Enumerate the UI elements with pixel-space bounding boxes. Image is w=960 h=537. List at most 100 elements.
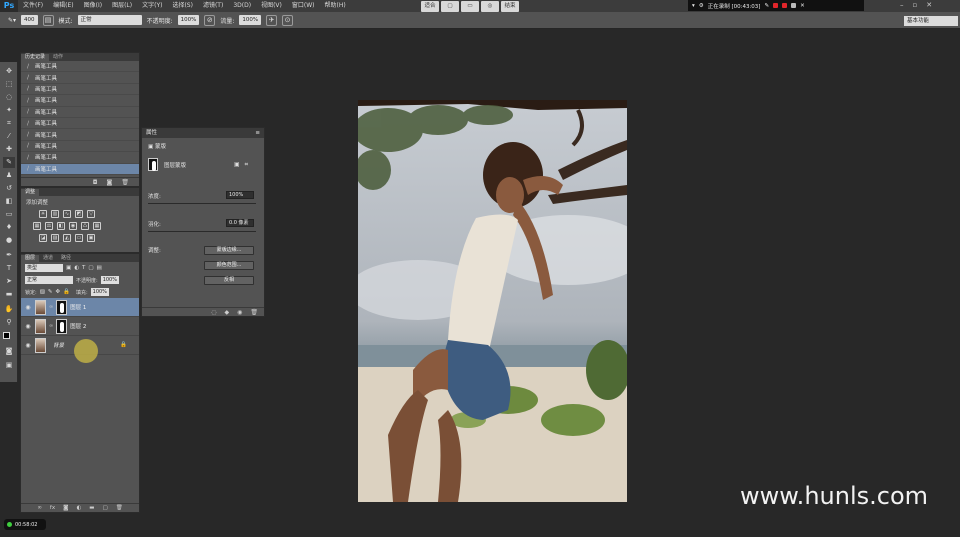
maximize-icon[interactable]: ▫ bbox=[913, 0, 918, 11]
mask-type-icons[interactable]: ▣⌗ bbox=[234, 161, 253, 169]
path-select-tool-icon[interactable]: ➤ bbox=[3, 276, 15, 287]
screen-mode-icon[interactable]: ▭ bbox=[461, 1, 479, 12]
workspace-select[interactable]: 基本功能 bbox=[904, 16, 958, 26]
layer-mask-thumbnail[interactable] bbox=[56, 299, 68, 315]
load-selection-icon[interactable]: ◌ bbox=[211, 308, 216, 316]
history-item[interactable]: ∕ 画笔工具 bbox=[21, 118, 139, 130]
canvas-photo[interactable] bbox=[358, 100, 627, 502]
link-icon[interactable]: ∞ bbox=[49, 323, 53, 329]
hand-tool-icon[interactable]: ✋ bbox=[3, 304, 15, 315]
levels-icon[interactable]: ▥ bbox=[51, 210, 59, 218]
layer-filter-icons[interactable]: ▣◐T▢▤ bbox=[66, 265, 105, 271]
recorder-settings-icon[interactable]: ⚙ bbox=[699, 3, 704, 9]
eye-icon[interactable]: ◉ bbox=[24, 323, 32, 330]
layer-row[interactable]: ◉ ∞ 图层 1 bbox=[21, 298, 139, 317]
history-item[interactable]: ∕ 画笔工具 bbox=[21, 163, 139, 175]
threshold-icon[interactable]: ◭ bbox=[63, 234, 71, 242]
layer-name[interactable]: 背景 bbox=[53, 341, 64, 349]
link-icon[interactable]: ∞ bbox=[49, 304, 53, 310]
eye-icon[interactable]: ◉ bbox=[24, 342, 32, 349]
mask-edge-button[interactable]: 蒙版边缘... bbox=[204, 246, 254, 255]
tab-history[interactable]: 历史记录 bbox=[21, 54, 50, 61]
tab-actions[interactable]: 动作 bbox=[49, 54, 67, 61]
rotate-icon[interactable]: ◎ bbox=[481, 1, 499, 12]
layer-mask-thumbnail[interactable] bbox=[56, 318, 68, 334]
brush-tool-icon[interactable]: ✎▾ bbox=[8, 17, 16, 24]
airbrush-icon[interactable]: ✈ bbox=[266, 14, 278, 26]
photo-filter-icon[interactable]: ◉ bbox=[69, 222, 77, 230]
pen-tool-icon[interactable]: ✒ bbox=[3, 250, 15, 261]
invert-icon[interactable]: ◪ bbox=[39, 234, 47, 242]
layer-row[interactable]: ◉ ∞ 图层 2 bbox=[21, 317, 139, 336]
eyedropper-tool-icon[interactable]: ⁄ bbox=[3, 131, 15, 142]
hue-saturation-icon[interactable]: ▦ bbox=[33, 222, 41, 230]
type-tool-icon[interactable]: T bbox=[3, 263, 15, 274]
layer-name[interactable]: 图层 2 bbox=[70, 322, 86, 330]
toggle-mask-icon[interactable]: ◉ bbox=[237, 308, 242, 316]
menu-image[interactable]: 图像(I) bbox=[79, 0, 107, 12]
blend-mode-select[interactable]: 正常 bbox=[25, 276, 73, 284]
menu-edit[interactable]: 编辑(E) bbox=[48, 0, 78, 12]
channel-mixer-icon[interactable]: ♺ bbox=[81, 222, 89, 230]
brush-tool-icon[interactable]: ✎ bbox=[3, 157, 15, 168]
brush-panel-icon[interactable]: ▤ bbox=[42, 14, 54, 26]
menu-view[interactable]: 视图(V) bbox=[256, 0, 287, 12]
color-swatches-icon[interactable] bbox=[3, 332, 15, 343]
posterize-icon[interactable]: ▨ bbox=[51, 234, 59, 242]
menu-filter[interactable]: 滤镜(T) bbox=[198, 0, 228, 12]
new-layer-icon[interactable]: ▢ bbox=[102, 504, 107, 512]
layer-kind-filter[interactable]: 类型 bbox=[25, 264, 63, 272]
clone-stamp-tool-icon[interactable]: ♟ bbox=[3, 170, 15, 181]
minimize-icon[interactable]: – bbox=[900, 0, 904, 11]
crop-tool-icon[interactable]: ⌗ bbox=[3, 118, 15, 129]
menu-3d[interactable]: 3D(D) bbox=[228, 0, 256, 12]
tab-adjustments[interactable]: 调整 bbox=[21, 189, 40, 196]
vibrance-icon[interactable]: ▽ bbox=[87, 210, 95, 218]
camera-snapshot-icon[interactable]: ◙ bbox=[107, 178, 113, 186]
tab-layers[interactable]: 图层 bbox=[21, 255, 40, 262]
quick-mask-icon[interactable]: ◙ bbox=[3, 346, 15, 357]
quick-select-tool-icon[interactable]: ✦ bbox=[3, 105, 15, 116]
screen-mode-tool-icon[interactable]: ▣ bbox=[3, 360, 15, 371]
pressure-size-icon[interactable]: ⊙ bbox=[282, 14, 294, 26]
color-range-button[interactable]: 颜色范围... bbox=[204, 261, 254, 270]
color-lookup-icon[interactable]: ▦ bbox=[93, 222, 101, 230]
layer-name[interactable]: 图层 1 bbox=[70, 303, 86, 311]
mode-select[interactable]: 正常 bbox=[77, 15, 142, 25]
close-recorder-icon[interactable]: ✕ bbox=[800, 3, 805, 9]
healing-tool-icon[interactable]: ✚ bbox=[3, 144, 15, 155]
tab-paths[interactable]: 路径 bbox=[57, 255, 75, 262]
menu-help[interactable]: 帮助(H) bbox=[320, 0, 351, 12]
lasso-tool-icon[interactable]: ◌ bbox=[3, 92, 15, 103]
move-tool-icon[interactable]: ✥ bbox=[3, 66, 15, 77]
menu-layer[interactable]: 图层(L) bbox=[107, 0, 137, 12]
shape-tool-icon[interactable]: ▬ bbox=[3, 289, 15, 300]
layer-style-icon[interactable]: fx bbox=[50, 504, 55, 512]
gradient-tool-icon[interactable]: ▭ bbox=[3, 209, 15, 220]
brush-size-picker[interactable]: 400 bbox=[21, 15, 38, 25]
new-group-icon[interactable]: ▬ bbox=[89, 504, 94, 512]
delete-layer-icon[interactable]: 🗑 bbox=[116, 504, 123, 512]
invert-button[interactable]: 反相 bbox=[204, 276, 254, 285]
tab-properties[interactable]: 属性 bbox=[146, 128, 157, 138]
marquee-tool-icon[interactable]: ⬚ bbox=[3, 79, 15, 90]
color-balance-icon[interactable]: ⚖ bbox=[45, 222, 53, 230]
history-brush-tool-icon[interactable]: ↺ bbox=[3, 183, 15, 194]
dodge-tool-icon[interactable]: ● bbox=[3, 235, 15, 246]
fill-field[interactable]: 100% bbox=[90, 288, 109, 296]
feather-slider[interactable] bbox=[148, 231, 256, 232]
eye-icon[interactable]: ◉ bbox=[24, 304, 32, 311]
black-white-icon[interactable]: ◧ bbox=[57, 222, 65, 230]
history-item[interactable]: ∕ 画笔工具 bbox=[21, 61, 139, 73]
menu-file[interactable]: 文件(F) bbox=[18, 0, 48, 12]
fit-button[interactable]: 适合 bbox=[421, 1, 439, 12]
history-item[interactable]: ∕ 画笔工具 bbox=[21, 95, 139, 107]
apply-mask-icon[interactable]: ◆ bbox=[225, 308, 230, 316]
record-icon[interactable] bbox=[773, 3, 779, 8]
new-adjustment-icon[interactable]: ◐ bbox=[76, 504, 81, 512]
zoom-tool-icon[interactable]: ⚲ bbox=[3, 317, 15, 328]
opacity-field[interactable]: 100% bbox=[177, 15, 200, 25]
camera-icon[interactable] bbox=[791, 3, 797, 8]
link-layers-icon[interactable]: ∞ bbox=[37, 504, 42, 512]
blur-tool-icon[interactable]: ♦ bbox=[3, 222, 15, 233]
